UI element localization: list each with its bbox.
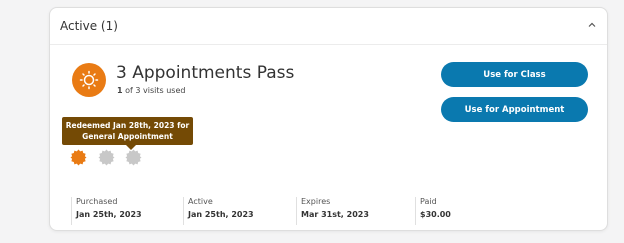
pass-icon: [72, 63, 106, 97]
pass-name: 3 Appointments Pass: [116, 63, 295, 83]
visits-used-suffix: of 3 visits used: [122, 86, 186, 95]
purchased-label: Purchased: [76, 197, 118, 206]
tooltip-line-1: Redeemed Jan 28th, 2023 for: [65, 121, 190, 130]
chevron-up-icon[interactable]: [587, 20, 597, 30]
purchased-info: Purchased Jan 25th, 2023: [71, 197, 142, 225]
visit-badge-unused[interactable]: [125, 149, 142, 166]
sun-icon: [79, 70, 99, 90]
paid-label: Paid: [420, 197, 437, 206]
use-for-appointment-button[interactable]: Use for Appointment: [441, 97, 588, 122]
section-title: Active (1): [60, 19, 118, 33]
active-section-header[interactable]: Active (1): [50, 8, 607, 45]
tooltip-line-2: General Appointment: [82, 132, 173, 141]
visits-used: 1 of 3 visits used: [117, 86, 185, 95]
visit-badge-redeemed[interactable]: [70, 149, 87, 166]
visit-badge-unused[interactable]: [98, 149, 115, 166]
expires-value: Mar 31st, 2023: [301, 210, 369, 219]
active-passes-card: Active (1) 3 Appointments Pass 1 of 3 vi…: [49, 7, 608, 231]
purchased-value: Jan 25th, 2023: [76, 210, 142, 219]
active-info: Active Jan 25th, 2023: [183, 197, 254, 225]
expires-label: Expires: [301, 197, 331, 206]
redeemed-tooltip: Redeemed Jan 28th, 2023 for General Appo…: [62, 117, 193, 150]
active-value: Jan 25th, 2023: [188, 210, 254, 219]
use-for-class-button[interactable]: Use for Class: [441, 62, 588, 87]
active-label: Active: [188, 197, 213, 206]
expires-info: Expires Mar 31st, 2023: [296, 197, 369, 225]
paid-info: Paid $30.00: [415, 197, 451, 225]
paid-value: $30.00: [420, 210, 451, 219]
